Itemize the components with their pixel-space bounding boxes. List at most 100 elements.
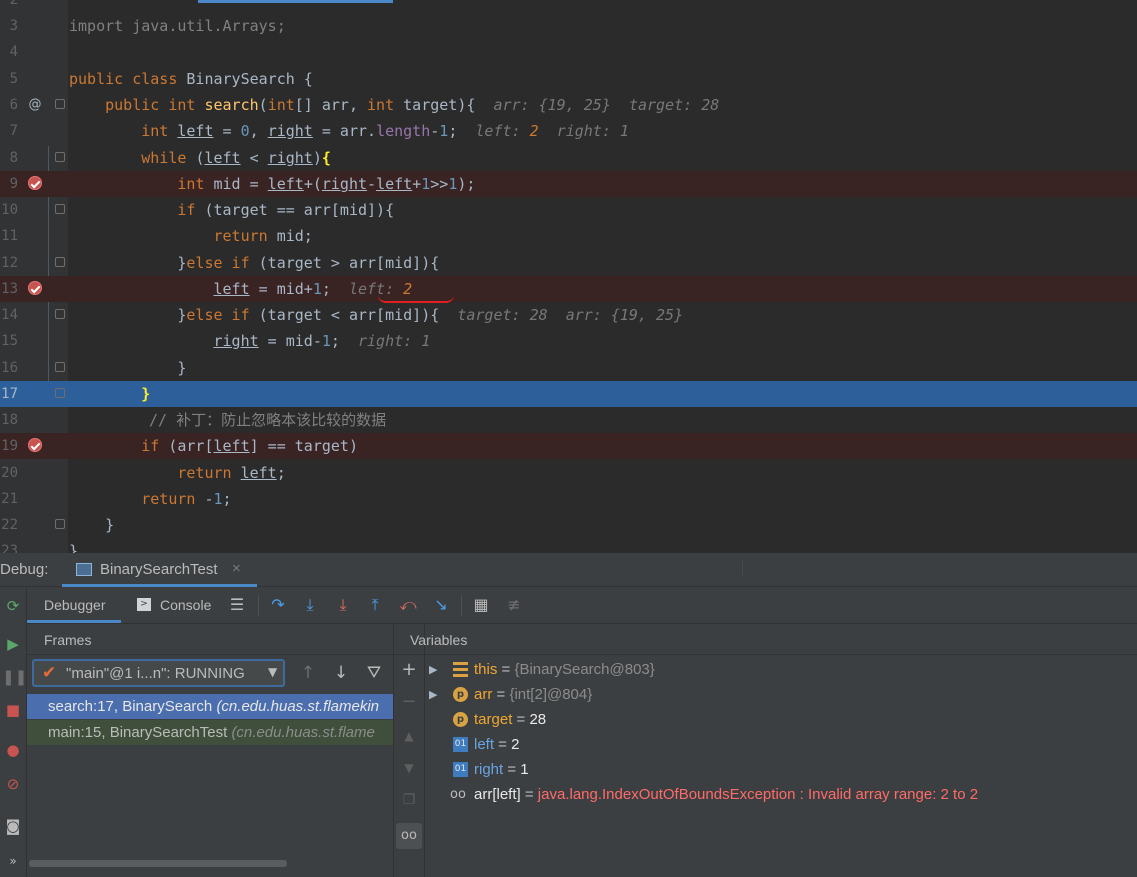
line-number: 13 [1, 281, 18, 297]
variable-row-target[interactable]: p target = 28 [425, 707, 1137, 732]
code-line-20[interactable]: 20 return left; [0, 460, 1137, 486]
variable-row-this[interactable]: ▶ this = {BinarySearch@803} [425, 657, 1137, 682]
code-line-2[interactable]: 2 [0, 0, 1137, 13]
code-line-9[interactable]: 9 int mid = left+(right-left+1>>1); [0, 171, 1137, 197]
code-line-16[interactable]: 16 } [0, 355, 1137, 381]
close-icon[interactable]: × [232, 560, 241, 577]
copy-icon[interactable]: ❐ [398, 789, 420, 811]
step-into-icon[interactable]: ⤓ [299, 594, 321, 616]
tab-debugger[interactable]: Debugger [27, 587, 121, 623]
fold-icon[interactable] [55, 519, 65, 529]
tab-console[interactable]: > Console [135, 587, 225, 623]
code-line-12[interactable]: 12 }else if (target > arr[mid]){ [0, 250, 1137, 276]
code-line-7[interactable]: 7 int left = 0, right = arr.length-1; le… [0, 118, 1137, 144]
object-stack-icon [453, 662, 468, 677]
code-line-14[interactable]: 14 }else if (target < arr[mid]){ target:… [0, 302, 1137, 328]
code-line-21[interactable]: 21 return -1; [0, 486, 1137, 512]
fold-icon[interactable] [55, 204, 65, 214]
at-icon[interactable]: @ [28, 98, 42, 112]
arrow-down-icon[interactable]: ↓ [330, 662, 352, 684]
code-line-22[interactable]: 22 } [0, 512, 1137, 538]
code-line-19[interactable]: 19 if (arr[left] == target) [0, 433, 1137, 459]
code-line-5[interactable]: 5 public class BinarySearch { [0, 66, 1137, 92]
debug-title: Debug: [0, 561, 49, 578]
pause-icon[interactable]: ❚❚ [2, 666, 27, 688]
expand-arrow-icon[interactable]: ▶ [429, 682, 437, 707]
rerun-icon[interactable]: ⟳ [2, 595, 24, 617]
mute-breakpoints-icon[interactable]: ⊘ [2, 773, 24, 795]
frame-package: (cn.edu.huas.st.flamekin [216, 698, 380, 715]
code-line-11[interactable]: 11 return mid; [0, 223, 1137, 249]
code-line-13[interactable]: 13 left = mid+1; left: 2 [0, 276, 1137, 303]
code-text: } [141, 385, 151, 403]
code-editor[interactable]: 2 3 import java.util.Arrays; 4 5 public … [0, 0, 1137, 553]
line-number: 7 [9, 123, 18, 139]
frame-item[interactable]: main:15, BinarySearchTest (cn.edu.huas.s… [27, 720, 393, 745]
thread-selector[interactable]: ✔ "main"@1 i...n": RUNNING ▼ [32, 659, 285, 687]
line-number: 12 [1, 255, 18, 271]
code-text: int left = 0, right = arr.length-1; left… [141, 122, 629, 140]
code-line-3[interactable]: 3 import java.util.Arrays; [0, 13, 1137, 39]
camera-icon[interactable]: ◙ [2, 815, 24, 837]
code-text: return -1; [141, 490, 232, 508]
breakpoint-icon[interactable] [28, 438, 42, 452]
variable-row-watch[interactable]: oo arr[left] = java.lang.IndexOutOfBound… [425, 782, 1137, 807]
arrow-up-icon[interactable]: ↑ [297, 662, 319, 684]
evaluate-expression-icon[interactable]: ▦ [470, 594, 492, 616]
variable-row-left[interactable]: 01 left = 2 [425, 732, 1137, 757]
code-text: } [69, 542, 79, 553]
trace-stream-icon[interactable]: ≢ [503, 594, 525, 616]
menu-icon[interactable]: ☰ [226, 594, 248, 616]
code-line-18[interactable]: 18 // 补丁：防止忽略本该比较的数据 [0, 407, 1137, 433]
code-line-15[interactable]: 15 right = mid-1; right: 1 [0, 328, 1137, 354]
fold-icon[interactable] [55, 362, 65, 372]
resume-icon[interactable]: ▶ [2, 633, 24, 655]
fold-icon[interactable] [55, 388, 65, 398]
code-line-8[interactable]: 8 while (left < right){ [0, 145, 1137, 171]
parameter-icon: p [453, 712, 468, 727]
filter-icon[interactable]: ⛛ [363, 662, 385, 684]
code-text: } [69, 359, 187, 377]
step-over-icon[interactable]: ↷ [267, 594, 289, 616]
frame-item[interactable]: search:17, BinarySearch (cn.edu.huas.st.… [27, 694, 393, 719]
local-variable-icon: 01 [453, 762, 468, 777]
view-breakpoints-icon[interactable]: ● [2, 739, 24, 761]
remove-watch-icon[interactable]: − [398, 691, 420, 713]
code-line-6[interactable]: 6 @ public int search(int[] arr, int tar… [0, 92, 1137, 118]
code-line-17-current[interactable]: 17 } [0, 381, 1137, 407]
variable-name: this [474, 661, 498, 678]
drop-frame-icon[interactable]: ⤺ [397, 594, 419, 616]
code-text: int mid = left+(right-left+1>>1); [177, 175, 476, 193]
variable-value: {BinarySearch@803} [514, 661, 655, 678]
code-line-23[interactable]: 23 } [0, 538, 1137, 553]
move-up-icon[interactable]: ▲ [398, 725, 420, 747]
variable-row-right[interactable]: 01 right = 1 [425, 757, 1137, 782]
horizontal-scrollbar[interactable] [29, 860, 287, 867]
session-tab[interactable]: BinarySearchTest × [62, 553, 257, 587]
fold-icon[interactable] [55, 152, 65, 162]
breakpoint-icon[interactable] [28, 281, 42, 295]
add-watch-icon[interactable]: + [398, 659, 420, 681]
expand-arrow-icon[interactable]: ▶ [429, 657, 437, 682]
fold-icon[interactable] [55, 309, 65, 319]
code-text: while (left < right){ [141, 149, 331, 167]
variable-error-value: java.lang.IndexOutOfBoundsException : In… [537, 786, 979, 803]
run-to-cursor-icon[interactable]: ↘ [430, 594, 452, 616]
fold-icon[interactable] [55, 99, 65, 109]
frame-method: search:17, BinarySearch [48, 698, 213, 715]
breakpoint-icon[interactable] [28, 176, 42, 190]
code-line-10[interactable]: 10 if (target == arr[mid]){ [0, 197, 1137, 223]
watches-toggle-icon[interactable]: oo [396, 823, 422, 849]
fold-icon[interactable] [55, 257, 65, 267]
force-step-into-icon[interactable]: ⤓ [332, 594, 354, 616]
chevron-down-icon: ▼ [268, 665, 278, 679]
more-icon[interactable]: » [2, 850, 24, 872]
line-number: 10 [1, 202, 18, 218]
code-line-4[interactable]: 4 [0, 39, 1137, 65]
variables-title: Variables [410, 632, 468, 648]
move-down-icon[interactable]: ▼ [398, 757, 420, 779]
step-out-icon[interactable]: ⤒ [364, 594, 386, 616]
variable-row-arr[interactable]: ▶ p arr = {int[2]@804} [425, 682, 1137, 707]
stop-icon[interactable]: ■ [2, 699, 24, 721]
code-text: return left; [177, 464, 286, 482]
